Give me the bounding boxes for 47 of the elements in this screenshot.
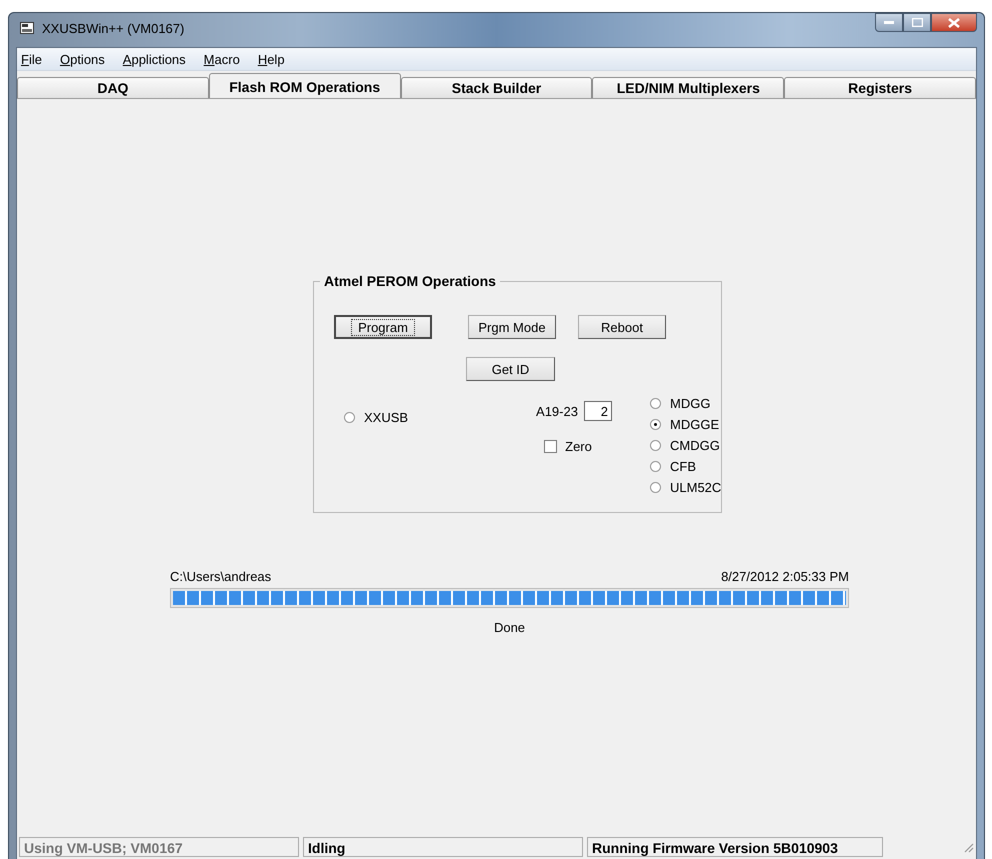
maximize-icon <box>912 18 922 27</box>
input-field[interactable]: 2 <box>584 401 612 421</box>
push-button[interactable]: Program <box>334 315 432 339</box>
radio-button[interactable] <box>650 398 661 409</box>
status-panel: Using VM-USB; VM0167 <box>19 837 299 857</box>
menu-item[interactable]: Options <box>60 52 105 66</box>
window-title: XXUSBWin++ (VM0167) <box>42 20 184 36</box>
menu-item[interactable]: Macro <box>204 52 240 66</box>
radio-label: ULM52C <box>670 480 722 495</box>
push-button[interactable]: Prgm Mode <box>468 315 556 339</box>
radio-label: MDGGE <box>670 417 720 432</box>
close-icon <box>948 18 960 28</box>
status-panel: Running Firmware Version 5B010903 <box>587 837 883 857</box>
radio-label: CMDGG <box>670 438 720 453</box>
radio-button[interactable] <box>344 412 355 423</box>
radio-button[interactable] <box>650 419 661 430</box>
tab[interactable]: Registers <box>784 77 976 98</box>
resize-grip-icon[interactable] <box>962 841 974 853</box>
close-button[interactable] <box>931 13 977 32</box>
radio-button[interactable] <box>650 461 661 472</box>
menu-item[interactable]: File <box>21 52 42 66</box>
radio-label: MDGG <box>670 396 710 411</box>
tab[interactable]: Stack Builder <box>400 77 592 98</box>
get-id-button[interactable]: Get ID <box>466 357 555 381</box>
checkbox-label: Zero <box>565 439 592 454</box>
tab[interactable]: LED/NIM Multiplexers <box>592 77 784 98</box>
path-text: C:\Users\andreas <box>170 569 272 584</box>
status-panel: Idling <box>303 837 583 857</box>
push-button[interactable]: Reboot <box>578 315 666 339</box>
checkbox[interactable] <box>544 440 558 453</box>
radio-button[interactable] <box>650 440 661 451</box>
field-label: A19-23 <box>536 404 578 418</box>
minimize-button[interactable] <box>875 13 903 32</box>
maximize-button[interactable] <box>903 13 931 32</box>
radio-label: CFB <box>670 459 696 474</box>
tab[interactable]: Flash ROM Operations <box>208 73 401 98</box>
minimize-icon <box>884 20 894 24</box>
tab[interactable]: DAQ <box>17 77 209 98</box>
status-text: Done <box>492 620 526 635</box>
timestamp-text: 8/27/2012 2:05:33 PM <box>721 569 849 584</box>
menu-item[interactable]: Applictions <box>122 52 186 66</box>
radio-option[interactable]: XXUSB <box>344 407 464 428</box>
window-icon <box>20 22 34 34</box>
group-title: Atmel PEROM Operations <box>323 273 497 289</box>
menu-item[interactable]: Help <box>258 52 285 66</box>
radio-label: XXUSB <box>364 410 408 425</box>
radio-button[interactable] <box>650 482 661 493</box>
